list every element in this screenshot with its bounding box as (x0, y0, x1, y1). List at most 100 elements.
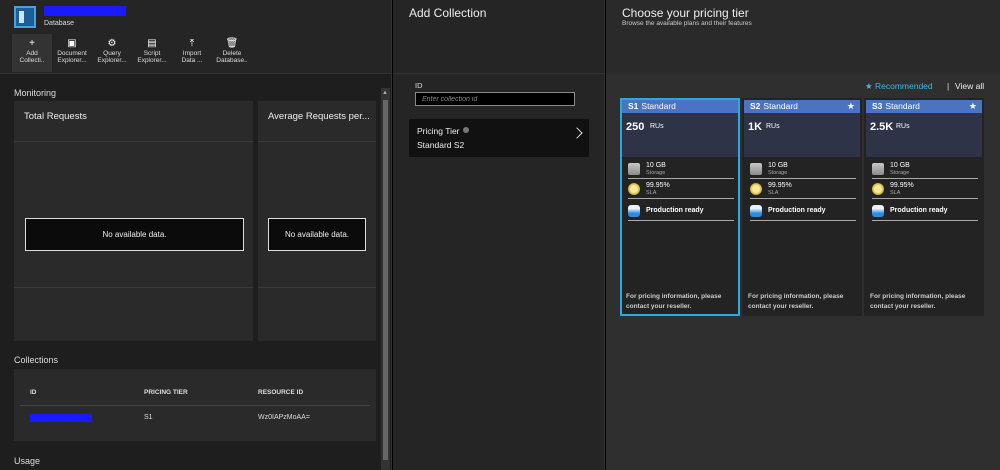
tier-name: Standard (763, 101, 798, 111)
ru-value: 1K (748, 121, 763, 133)
scroll-thumb[interactable] (383, 100, 388, 460)
scrollbar[interactable]: ▲ (381, 88, 390, 470)
pricing-title: Choose your pricing tier (622, 6, 749, 20)
pricing-info-note: For pricing information, please contact … (626, 293, 722, 310)
column-header-id: ID (30, 389, 37, 396)
ru-unit: RUs (896, 123, 910, 130)
ru-section: 250 RUs (622, 113, 738, 157)
average-requests-tile[interactable]: Average Requests per... No available dat… (258, 101, 376, 341)
average-requests-title: Average Requests per... (268, 111, 370, 122)
recommended-filter[interactable]: ★ Recommended (865, 81, 933, 92)
collections-title: Collections (14, 355, 59, 365)
production-icon (628, 205, 640, 217)
no-data-message: No available data. (268, 218, 366, 251)
production-value: Production ready (646, 207, 704, 214)
tier-name: Standard (885, 101, 920, 111)
collection-id-redacted[interactable] (30, 414, 92, 422)
card-header: S2 Standard ★ (744, 100, 860, 113)
pricing-info-note: For pricing information, please contact … (748, 293, 844, 310)
production-value: Production ready (768, 207, 826, 214)
tool-label: Import (182, 50, 202, 57)
storage-feature: 10 GB Storage (750, 161, 856, 179)
document-icon: ▣ (67, 38, 77, 49)
sla-label: SLA (890, 190, 901, 196)
ru-section: 1K RUs (744, 113, 860, 157)
star-icon: ★ (968, 101, 977, 111)
storage-icon (750, 163, 762, 175)
scroll-up-icon[interactable]: ▲ (382, 90, 388, 96)
collection-id-input[interactable] (415, 92, 575, 106)
database-name-redacted (44, 6, 126, 16)
pricing-card-s2[interactable]: S2 Standard ★ 1K RUs 10 GB Storage 99.95% SLA Pro… (742, 98, 862, 316)
tool-label: Script (143, 50, 161, 57)
document-explorer-button[interactable]: ▣ Document Explorer... (52, 34, 92, 72)
add-collection-title: Add Collection (409, 6, 487, 20)
sla-feature: 99.95% SLA (628, 181, 734, 199)
storage-label: Storage (768, 170, 788, 176)
tool-label: Collecti.. (19, 57, 45, 64)
trash-icon: 🗑 (225, 38, 239, 49)
collections-table: ID PRICING TIER RESOURCE ID S1 Wz0IAPzMo… (14, 369, 376, 441)
tool-label: Database.. (216, 57, 248, 64)
sla-icon (628, 183, 640, 195)
storage-feature: 10 GB Storage (628, 161, 734, 179)
production-feature: Production ready (750, 203, 856, 221)
sla-icon (750, 183, 762, 195)
pricing-info-note: For pricing information, please contact … (870, 293, 966, 310)
ru-section: 2.5K RUs (866, 113, 982, 157)
database-header: Database (0, 0, 391, 34)
storage-value: 10 GB (890, 162, 910, 169)
sla-value: 99.95% (768, 182, 792, 189)
query-icon: ⚙ (107, 38, 117, 49)
pricing-tier-selector[interactable]: Pricing Tier Standard S2 (409, 119, 589, 157)
storage-feature: 10 GB Storage (872, 161, 978, 179)
production-feature: Production ready (628, 203, 734, 221)
sla-label: SLA (646, 190, 657, 196)
tool-label: Add (26, 50, 38, 57)
sla-feature: 99.95% SLA (872, 181, 978, 199)
pricing-card-s3[interactable]: S3 Standard ★ 2.5K RUs 10 GB Storage 99.95% SLA P… (864, 98, 984, 316)
storage-value: 10 GB (646, 162, 666, 169)
add-collection-button[interactable]: + Add Collecti.. (12, 34, 52, 72)
pricing-tier-label: Pricing Tier (417, 126, 469, 136)
plus-icon: + (29, 38, 35, 49)
database-toolbar: + Add Collecti.. ▣ Document Explorer... … (0, 34, 391, 74)
sla-icon (872, 183, 884, 195)
tool-label: Explorer... (97, 57, 127, 64)
info-icon[interactable] (462, 127, 469, 133)
pricing-tier-label-text: Pricing Tier (417, 126, 460, 136)
production-feature: Production ready (872, 203, 978, 221)
view-all-text[interactable]: View all (955, 81, 984, 91)
no-data-message: No available data. (25, 218, 244, 251)
card-header: S3 Standard ★ (866, 100, 982, 113)
tier-name: Standard (641, 101, 676, 111)
script-explorer-button[interactable]: ▤ Script Explorer... (132, 34, 172, 72)
star-icon: ★ (865, 81, 873, 91)
recommended-link[interactable]: Recommended (875, 81, 933, 91)
query-explorer-button[interactable]: ⚙ Query Explorer... (92, 34, 132, 72)
storage-label: Storage (646, 170, 666, 176)
tier-code: S2 (750, 101, 761, 111)
tile-divider (258, 287, 376, 288)
tool-label: Query (103, 50, 121, 57)
total-requests-title: Total Requests (24, 111, 87, 122)
database-icon (14, 6, 36, 28)
upload-icon: ⤒ (189, 38, 195, 49)
total-requests-tile[interactable]: Total Requests No available data. (14, 101, 253, 341)
tool-label: Explorer... (137, 57, 167, 64)
pricing-card-s1[interactable]: S1 Standard 250 RUs 10 GB Storage 99.95% SLA Pro… (620, 98, 740, 316)
import-data-button[interactable]: ⤒ Import Data ... (172, 34, 212, 72)
filter-separator: | (947, 81, 949, 91)
production-icon (872, 205, 884, 217)
ru-value: 2.5K (870, 121, 894, 133)
sla-value: 99.95% (646, 182, 670, 189)
database-blade: Database + Add Collecti.. ▣ Document Exp… (0, 0, 392, 470)
pricing-tier-blade: Choose your pricing tier Browse the avai… (606, 0, 1000, 470)
script-icon: ▤ (147, 38, 157, 49)
storage-label: Storage (890, 170, 910, 176)
ru-value: 250 (626, 121, 645, 133)
view-all-link[interactable]: View all (955, 81, 984, 91)
production-value: Production ready (890, 207, 948, 214)
delete-database-button[interactable]: 🗑 Delete Database.. (212, 34, 252, 72)
production-icon (750, 205, 762, 217)
